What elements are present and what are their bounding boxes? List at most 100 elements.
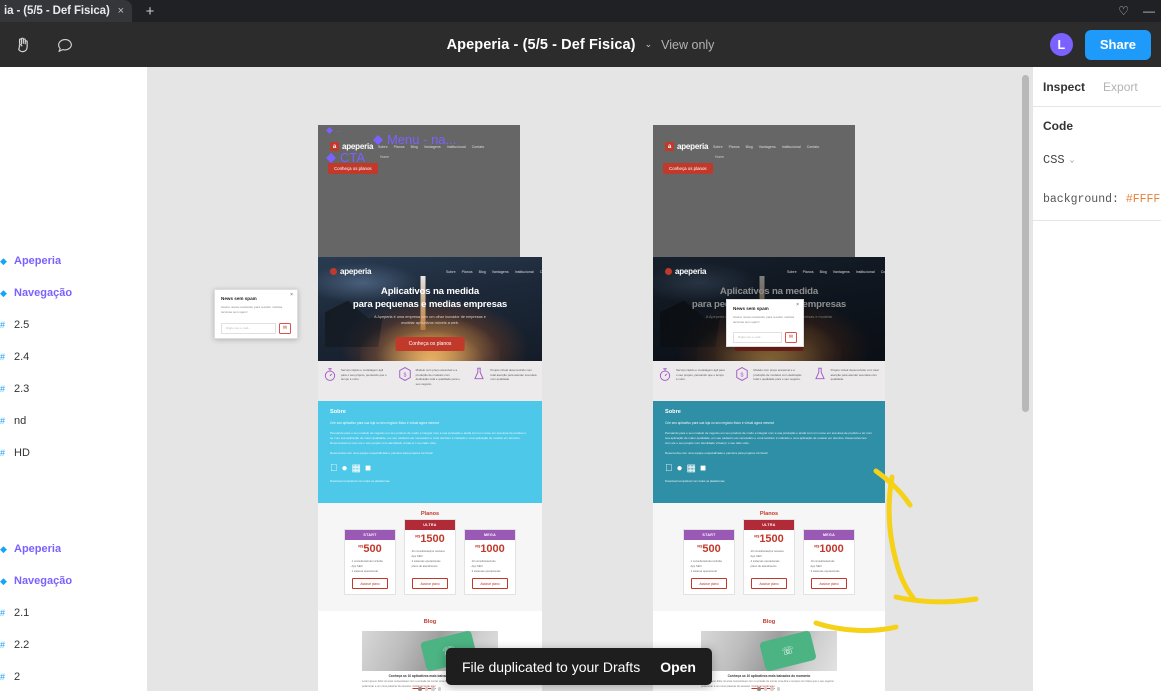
nav-item[interactable]: Institucional (515, 270, 534, 274)
code-language-select[interactable]: CSS ⌄ (1043, 153, 1151, 167)
frame-left-page[interactable]: apeperia Sobre Planos Blog Vantagens Institu… (318, 257, 542, 691)
nav-item[interactable]: Institucional (782, 145, 801, 149)
comment-tool-button[interactable] (48, 28, 82, 62)
layer-row[interactable]: # HD (0, 439, 147, 467)
envelope-icon[interactable]: ✉ (785, 331, 797, 343)
tab-inspect[interactable]: Inspect (1043, 80, 1085, 94)
newsletter-email-input[interactable]: Digite seu e-mail... (733, 331, 782, 343)
avatar[interactable]: L (1047, 31, 1075, 58)
layer-badge-cta[interactable]: CTA (326, 150, 365, 165)
close-icon[interactable]: × (290, 292, 293, 298)
minimize-icon[interactable]: — (1143, 5, 1155, 17)
pricing-subscribe-button[interactable]: Assinar plano (811, 578, 847, 589)
nav-item[interactable]: Contato (472, 145, 485, 149)
nav-item[interactable]: Contato (881, 270, 885, 274)
pricing-subscribe-button[interactable]: Assinar plano (751, 578, 787, 589)
carousel-dots[interactable] (418, 687, 442, 691)
layer-row[interactable]: #2.1 (0, 599, 147, 627)
nav-item[interactable]: Vantagens (759, 145, 776, 149)
browser-tab[interactable]: ia - (5/5 - Def Fisica) × (0, 0, 132, 22)
blackberry-icon: ■ (365, 463, 371, 474)
newsletter-email-input[interactable]: Digite seu e-mail... (221, 322, 276, 334)
layer-row[interactable]: # nd (0, 407, 147, 435)
close-icon[interactable]: × (796, 302, 799, 308)
nav-item[interactable]: Sobre (446, 270, 456, 274)
canvas-scrollbar[interactable] (1022, 75, 1029, 412)
carousel-dot[interactable] (776, 687, 781, 691)
nav-item[interactable]: Blog (479, 270, 486, 274)
carousel-dot[interactable] (431, 687, 435, 691)
layer-row[interactable]: ◆ Navegação (0, 279, 147, 307)
pricing-card[interactable]: ULTRA R$1500 · 20 consultorias/por semana ·… (404, 519, 456, 595)
pricing-card[interactable]: START R$500 · 1 consultoria/mês incluída · … (344, 529, 396, 595)
toolbar-right: L Share (1047, 22, 1151, 67)
toast-open-button[interactable]: Open (660, 659, 696, 675)
headset-icon: ☏ (780, 644, 796, 658)
carousel-dot[interactable] (757, 687, 761, 691)
layer-badge-menu[interactable]: Menu - na... (373, 132, 456, 147)
code-line[interactable]: background: #FFFF (1043, 193, 1160, 206)
pricing-subscribe-button[interactable]: Assinar plano (352, 578, 388, 589)
nav-item[interactable]: Planos (729, 145, 740, 149)
mockup-top-cta[interactable]: Conheça os planos (663, 163, 713, 174)
pricing-title: Planos (420, 511, 440, 517)
tab-export[interactable]: Export (1103, 80, 1138, 94)
carousel-dot[interactable] (770, 687, 774, 691)
download-note: Download compatível com todos as platafo… (665, 479, 725, 484)
chevron-down-icon[interactable]: ⌄ (645, 39, 653, 50)
newsletter-popup-right[interactable]: × News sem spam Assine nossa newsletter … (726, 299, 804, 347)
layers-panel[interactable]: ◆ Apeperia ◆ Navegação #2.5 #2.4 #2.3 # nd # HD ◆ Ap… (0, 67, 148, 691)
envelope-icon[interactable]: ✉ (279, 322, 291, 334)
about-section: Sobre Crie seu aplicativo para sua loja … (653, 401, 885, 503)
pricing-subscribe-button[interactable]: Assinar plano (691, 578, 727, 589)
nav-item[interactable]: Vantagens (833, 270, 850, 274)
pricing-card[interactable]: MEGA R$1000 · 10 consultorias/mês · App SEO… (464, 529, 516, 595)
toast-message: File duplicated to your Drafts (462, 658, 641, 675)
nav-item[interactable]: Sobre (787, 270, 797, 274)
hand-tool-button[interactable] (6, 28, 40, 62)
layer-label: HD (14, 447, 30, 459)
nav-item[interactable]: Vantagens (492, 270, 509, 274)
layer-row[interactable]: #2.3 (0, 375, 147, 403)
nav-item[interactable]: Blog (746, 145, 753, 149)
carousel-dots[interactable] (757, 687, 781, 691)
nav-item[interactable]: Planos (803, 270, 814, 274)
pricing-feature-list: · 20 consultorias/por semana · App SEO · 4… (744, 545, 794, 570)
feature-item: Projeto virtual desenvolvido com total a… (808, 366, 885, 401)
nav-item[interactable]: Contato (807, 145, 820, 149)
layer-row[interactable]: #2 (0, 663, 147, 691)
layer-row[interactable]: ◆ Navegação (0, 567, 147, 595)
pricing-card[interactable]: START R$500 · 1 consultoria/mês incluída · … (683, 529, 735, 595)
layer-row[interactable]: #2.5 (0, 311, 147, 339)
bookmark-icon[interactable]: ♡ (1118, 5, 1129, 17)
carousel-dot[interactable] (437, 687, 442, 691)
pricing-feature: · plano de atendimento (749, 565, 777, 569)
pricing-feature: · 3 sistemas operacionais (470, 570, 501, 574)
share-button[interactable]: Share (1084, 29, 1151, 60)
pricing-subscribe-button[interactable]: Assinar plano (412, 578, 448, 589)
layer-row[interactable]: ◆ Apeperia (0, 247, 147, 275)
layer-row[interactable]: #2.2 (0, 631, 147, 659)
close-icon[interactable]: × (116, 5, 126, 17)
carousel-dot[interactable] (424, 687, 429, 691)
nav-item[interactable]: Contato (540, 270, 542, 274)
pricing-card[interactable]: MEGA R$1000 · 10 consultorias/mês · App SEO… (803, 529, 855, 595)
nav-item[interactable]: Institucional (856, 270, 875, 274)
pricing-amount: 500 (363, 543, 382, 555)
pricing-card[interactable]: ULTRA R$1500 · 20 consultorias/por semana ·… (743, 519, 795, 595)
nav-item[interactable]: Blog (820, 270, 827, 274)
about-title: Sobre (330, 409, 346, 415)
carousel-dot[interactable] (418, 687, 422, 691)
newsletter-popup-left[interactable]: × News sem spam Assine nossa newsletter … (214, 289, 298, 339)
layer-label: 2.3 (14, 383, 30, 395)
design-canvas[interactable]: Desktop HD a apeperia SobrePlanosBlogVan… (148, 67, 1032, 691)
layer-row[interactable]: #2.4 (0, 343, 147, 371)
new-tab-button[interactable]: + (140, 1, 160, 21)
nav-item[interactable]: Planos (462, 270, 473, 274)
nav-item[interactable]: Sobre (713, 145, 723, 149)
layer-label: 2.4 (14, 351, 30, 363)
carousel-dot[interactable] (763, 687, 768, 691)
pricing-subscribe-button[interactable]: Assinar plano (472, 578, 508, 589)
hero-cta-button[interactable]: Conheça os planos (395, 337, 465, 351)
layer-row[interactable]: ◆ Apeperia (0, 535, 147, 563)
